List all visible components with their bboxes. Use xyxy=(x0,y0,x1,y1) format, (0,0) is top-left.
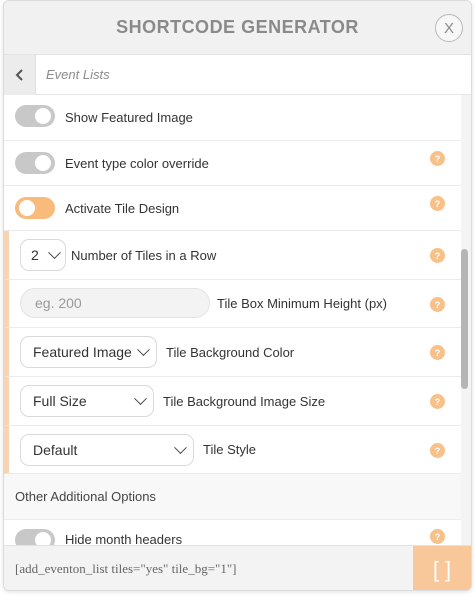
featured-image-toggle[interactable] xyxy=(15,105,55,127)
scrollbar[interactable] xyxy=(461,97,468,543)
tile-style-select[interactable]: Default xyxy=(20,434,194,466)
tile-bg-size-label: Tile Background Image Size xyxy=(163,393,326,409)
brackets-icon: [ ] xyxy=(432,556,452,582)
tile-bg-color-value: Featured Image xyxy=(33,344,132,360)
tile-style-label: Tile Style xyxy=(203,442,256,457)
other-options-heading-row: Other Additional Options xyxy=(4,474,461,520)
event-type-color-toggle[interactable] xyxy=(15,152,55,174)
option-row-tile-bg-size: Full Size Tile Background Image Size ? xyxy=(4,377,461,426)
back-button[interactable] xyxy=(4,54,36,95)
help-icon[interactable]: ? xyxy=(430,196,445,211)
close-icon: X xyxy=(443,19,454,37)
option-row-tile-design: Activate Tile Design ? xyxy=(4,186,461,231)
chevron-down-icon xyxy=(137,342,150,356)
help-icon[interactable]: ? xyxy=(430,151,445,166)
tile-bg-color-select[interactable]: Featured Image xyxy=(20,336,157,368)
hide-month-headers-label: Hide month headers xyxy=(65,532,183,545)
help-icon[interactable]: ? xyxy=(430,248,445,263)
tile-style-value: Default xyxy=(33,442,78,458)
option-row-hide-month-headers: Hide month headers ? xyxy=(4,520,461,545)
chevron-left-icon xyxy=(15,68,23,81)
option-row-featured-image: Show Featured Image xyxy=(4,95,461,141)
options-list: Show Featured Image Event type color ove… xyxy=(4,95,461,545)
event-type-color-label: Event type color override xyxy=(65,155,209,171)
option-row-tile-bg-color: Featured Image Tile Background Color ? xyxy=(4,328,461,377)
shortcode-footer: [add_eventon_list tiles="yes" tile_bg="1… xyxy=(4,545,471,590)
featured-image-label: Show Featured Image xyxy=(65,110,193,125)
title-bar: SHORTCODE GENERATOR X xyxy=(4,1,471,55)
shortcode-output[interactable]: [add_eventon_list tiles="yes" tile_bg="1… xyxy=(4,561,236,577)
option-row-event-type-color: Event type color override ? xyxy=(4,141,461,186)
tile-bg-size-value: Full Size xyxy=(33,393,87,409)
option-row-tile-min-height: Tile Box Minimum Height (px) ? xyxy=(4,280,461,328)
dialog-title: SHORTCODE GENERATOR xyxy=(116,17,359,37)
tiles-in-row-value: 2 xyxy=(31,247,39,263)
help-icon[interactable]: ? xyxy=(430,529,445,544)
option-row-tiles-in-row: 2 Number of Tiles in a Row ? xyxy=(4,231,461,280)
section-title: Event Lists xyxy=(46,67,110,82)
tiles-in-row-label: Number of Tiles in a Row xyxy=(71,247,217,263)
tiles-in-row-select[interactable]: 2 xyxy=(20,239,66,271)
breadcrumb: Event Lists xyxy=(4,54,471,95)
chevron-down-icon xyxy=(48,245,61,259)
tile-design-label: Activate Tile Design xyxy=(65,200,180,216)
tile-min-height-input[interactable] xyxy=(20,288,210,318)
scrollbar-thumb[interactable] xyxy=(461,249,468,389)
tile-min-height-label: Tile Box Minimum Height (px) xyxy=(217,296,388,311)
tile-bg-color-label: Tile Background Color xyxy=(166,344,295,360)
help-icon[interactable]: ? xyxy=(430,345,445,360)
tile-design-toggle[interactable] xyxy=(15,197,55,219)
hide-month-headers-toggle[interactable] xyxy=(15,529,55,545)
help-icon[interactable]: ? xyxy=(430,394,445,409)
help-icon[interactable]: ? xyxy=(430,297,445,312)
chevron-down-icon xyxy=(134,391,147,405)
other-options-heading: Other Additional Options xyxy=(15,489,156,504)
chevron-down-icon xyxy=(174,440,187,454)
tile-bg-size-select[interactable]: Full Size xyxy=(20,385,154,417)
help-icon[interactable]: ? xyxy=(430,443,445,458)
shortcode-generator-dialog: SHORTCODE GENERATOR X Event Lists Show F… xyxy=(3,0,472,591)
option-row-tile-style: Default Tile Style ? xyxy=(4,426,461,474)
close-button[interactable]: X xyxy=(435,14,463,42)
copy-shortcode-button[interactable]: [ ] xyxy=(413,546,471,590)
